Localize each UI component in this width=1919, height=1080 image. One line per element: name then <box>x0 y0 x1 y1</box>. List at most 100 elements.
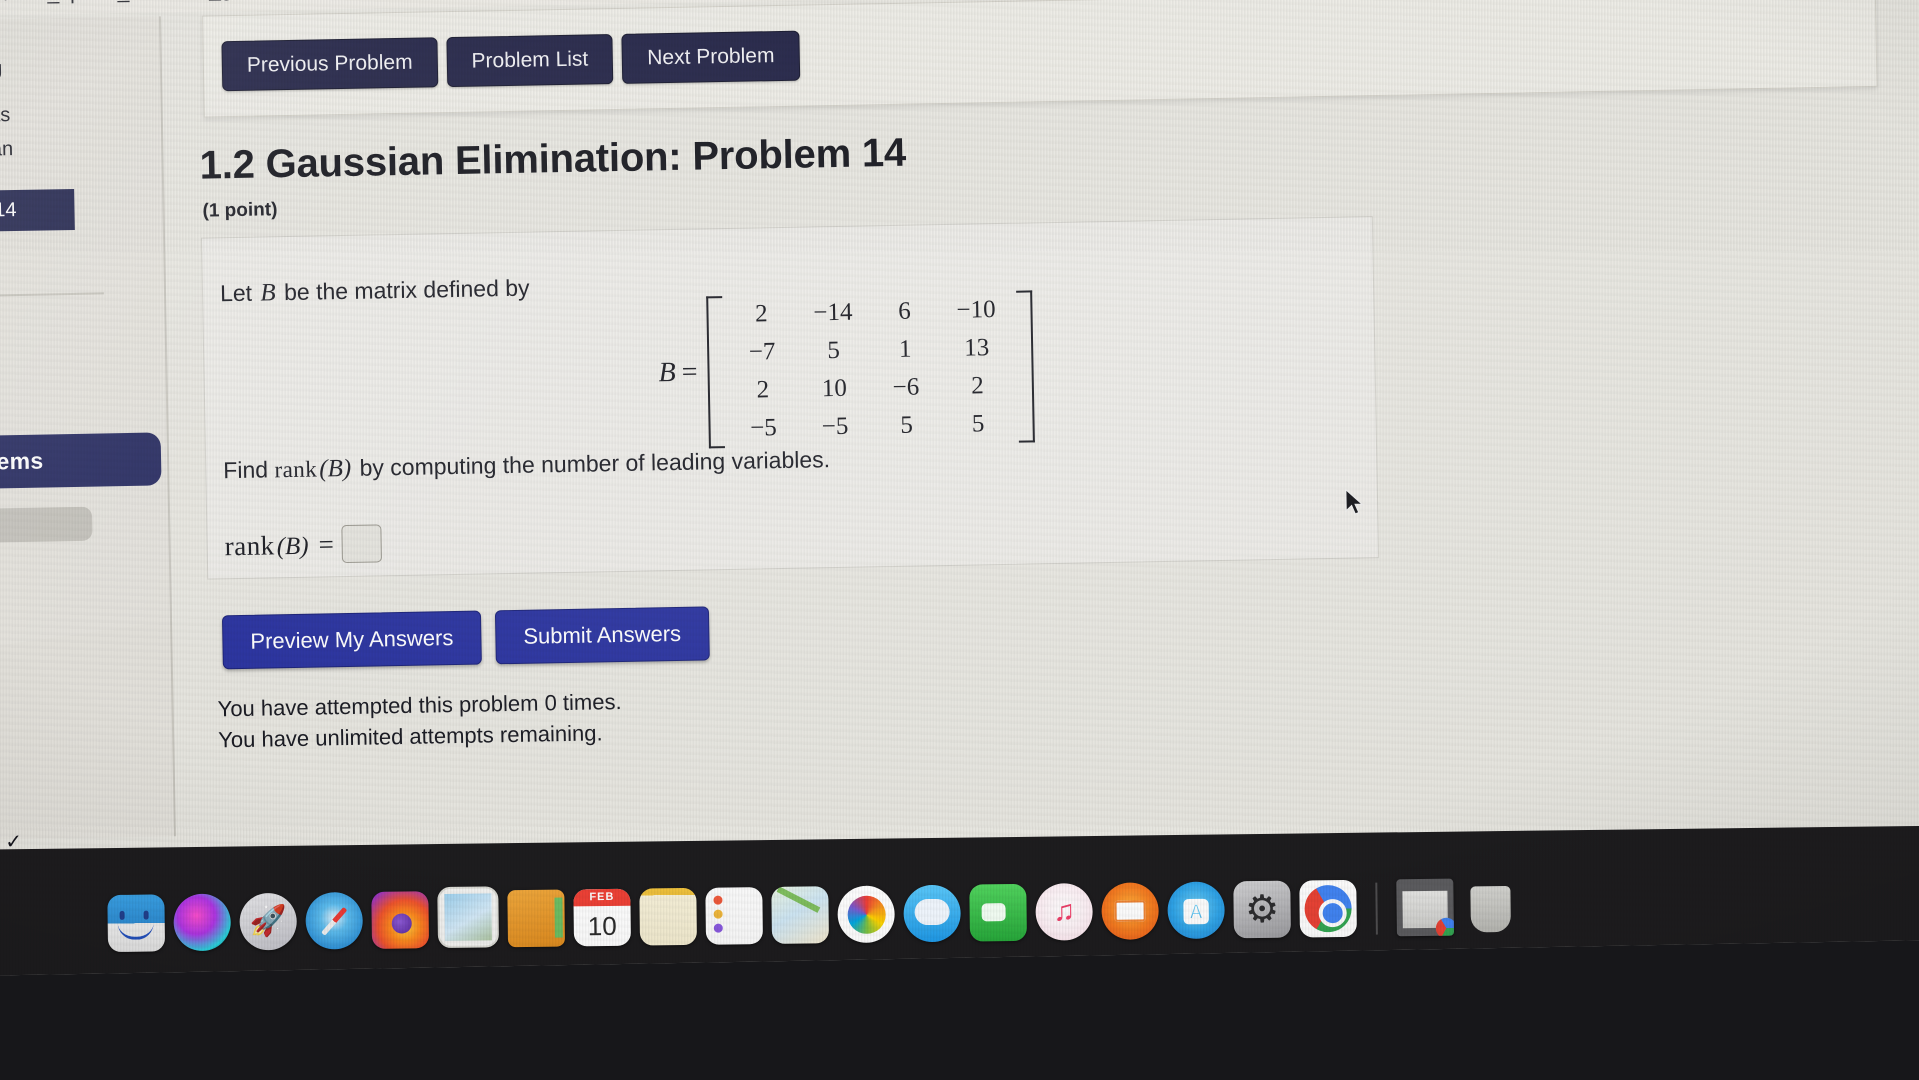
breadcrumb-separator: / <box>0 0 18 5</box>
problems-panel-header: oblems <box>0 432 162 491</box>
matrix-cell: 2 <box>754 300 768 328</box>
prompt-suffix: be the matrix defined by <box>283 274 530 306</box>
maps-icon[interactable] <box>771 886 830 944</box>
firefox-icon[interactable] <box>371 891 430 949</box>
problem-list-item-8[interactable]: 8 <box>0 677 176 728</box>
matrix-cell: 13 <box>963 334 990 362</box>
laptop-screen: bwork / 23_sp346_m / 1.2_gaussian_elimin… <box>0 0 1919 976</box>
matrix-equation: B = 2 −14 6 −10 −7 5 1 13 2 10 −6 2 −5 −… <box>657 290 1036 449</box>
sidebar-item-assignment-line2[interactable]: tion <box>0 160 162 192</box>
matrix-cell: 5 <box>900 411 914 439</box>
matrix-cell: −5 <box>821 412 849 441</box>
problem-list-button[interactable]: Problem List <box>446 34 614 88</box>
finder-icon[interactable] <box>107 894 166 953</box>
matrix-cell: −7 <box>748 338 776 366</box>
chrome-icon[interactable] <box>1299 879 1357 938</box>
calendar-day-label: 10 <box>587 910 617 941</box>
calendar-icon[interactable]: FEB 10 <box>573 888 632 947</box>
sidebar-item-homework-sets[interactable]: k Sets <box>0 92 161 138</box>
question-function-name: rank <box>274 456 318 483</box>
gear-icon[interactable] <box>1233 880 1291 939</box>
attempt-status: You have attempted this problem 0 times.… <box>217 686 622 756</box>
launchpad-icon[interactable] <box>239 892 298 951</box>
sidebar-item-problem-14[interactable]: lem 14 <box>0 188 75 234</box>
matrix-row: −5 −5 5 5 <box>728 405 1015 448</box>
matrix-table: 2 −14 6 −10 −7 5 1 13 2 10 −6 2 −5 −5 5 … <box>726 291 1015 448</box>
preview-my-answers-button[interactable]: Preview My Answers <box>221 610 482 670</box>
window-icon[interactable] <box>1396 878 1454 937</box>
problems-search-input[interactable] <box>0 506 93 545</box>
matrix-row: 2 10 −6 2 <box>727 367 1014 410</box>
prompt-prefix: Let <box>219 279 253 307</box>
matrix-right-bracket <box>1016 290 1036 443</box>
question-function-arg: (B) <box>319 454 352 483</box>
calendar-month-label: FEB <box>573 888 631 907</box>
matrix-cell: 2 <box>756 376 770 404</box>
breadcrumb-item-assignment[interactable]: 1.2_gaussian_elimination <box>179 0 421 2</box>
reminders-icon[interactable] <box>705 887 764 945</box>
answer-equals: = <box>318 528 335 560</box>
point-value: (1 point) <box>202 199 278 222</box>
matrix-cell: 1 <box>898 335 912 363</box>
matrix-row: −7 5 1 13 <box>727 329 1014 372</box>
browser-page: bwork / 23_sp346_m / 1.2_gaussian_elimin… <box>0 0 1919 913</box>
matrix-equation-equals: = <box>681 356 698 388</box>
prompt-matrix-variable: B <box>260 279 276 307</box>
matrix-row: 2 −14 6 −10 <box>726 291 1013 334</box>
macos-dock-area: FEB 10 <box>0 824 1919 976</box>
problem-list-item-7[interactable]: 7 <box>0 631 175 682</box>
matrix-cell: −10 <box>956 296 996 324</box>
matrix-cell: 6 <box>898 297 911 325</box>
breadcrumb-item-set[interactable]: 23_sp346_m <box>23 0 147 5</box>
problem-navigation-card: Previous Problem Problem List Next Probl… <box>201 0 1878 118</box>
matrix-cell: −14 <box>813 298 853 327</box>
folder-icon[interactable] <box>507 889 566 948</box>
problem-list-item-10[interactable]: 10 <box>0 769 178 820</box>
previous-problem-button[interactable]: Previous Problem <box>221 37 439 92</box>
answer-function-arg: (B) <box>276 532 309 560</box>
breadcrumb: bwork / 23_sp346_m / 1.2_gaussian_elimin… <box>0 0 477 8</box>
screen-photograph: bwork / 23_sp346_m / 1.2_gaussian_elimin… <box>0 0 1919 1080</box>
mail-icon[interactable] <box>437 886 500 949</box>
music-icon[interactable] <box>1035 883 1093 941</box>
notes-icon[interactable] <box>639 887 698 946</box>
matrix-cell: 5 <box>827 336 841 365</box>
attempts-remaining-text: You have unlimited attempts remaining. <box>218 720 603 753</box>
submit-answers-button[interactable]: Submit Answers <box>494 606 710 665</box>
macos-dock: FEB 10 <box>107 855 1520 953</box>
books-icon[interactable] <box>1101 882 1159 940</box>
messages-icon[interactable] <box>903 884 961 943</box>
chrome-badge-icon <box>1435 917 1454 937</box>
trash-icon[interactable] <box>1462 878 1520 936</box>
question-prefix: Find <box>223 456 269 484</box>
problem-list-item-6[interactable]: 6 <box>0 585 174 636</box>
appstore-icon[interactable] <box>1167 881 1225 940</box>
dock-separator <box>1375 882 1378 935</box>
problem-navigation-row: Previous Problem Problem List Next Probl… <box>221 30 800 92</box>
problem-list-item-9[interactable]: 9 <box>0 723 177 774</box>
photos-icon[interactable] <box>837 885 895 944</box>
matrix-cell: −5 <box>749 414 778 442</box>
safari-icon[interactable] <box>305 891 364 950</box>
matrix-cell: 10 <box>821 374 848 403</box>
rank-answer-input[interactable] <box>341 524 383 564</box>
sidebar-item-settings[interactable]: ings <box>0 228 164 274</box>
next-problem-button[interactable]: Next Problem <box>621 30 800 84</box>
facetime-icon[interactable] <box>969 883 1027 942</box>
page-title: 1.2 Gaussian Elimination: Problem 14 <box>199 130 907 188</box>
main-content: Previous Problem Problem List Next Probl… <box>197 0 1919 902</box>
answer-row: rank(B) = <box>224 524 383 565</box>
matrix-cell: 5 <box>971 410 985 438</box>
submit-row: Preview My Answers Submit Answers <box>221 606 710 670</box>
matrix-cell: 2 <box>970 372 984 400</box>
sidebar-divider <box>0 292 105 299</box>
answer-label: rank(B) <box>224 529 310 562</box>
breadcrumb-separator: / <box>153 0 173 2</box>
problem-list-item-5[interactable]: 5 ... <box>0 539 173 590</box>
problem-prompt-intro: Let B be the matrix defined by <box>220 275 530 309</box>
siri-icon[interactable] <box>173 893 232 952</box>
sidebar-menu-title: ENU <box>0 59 4 86</box>
matrix-cell: −6 <box>892 373 920 401</box>
matrix-left-bracket <box>706 296 725 449</box>
answer-function-name: rank <box>224 529 275 561</box>
